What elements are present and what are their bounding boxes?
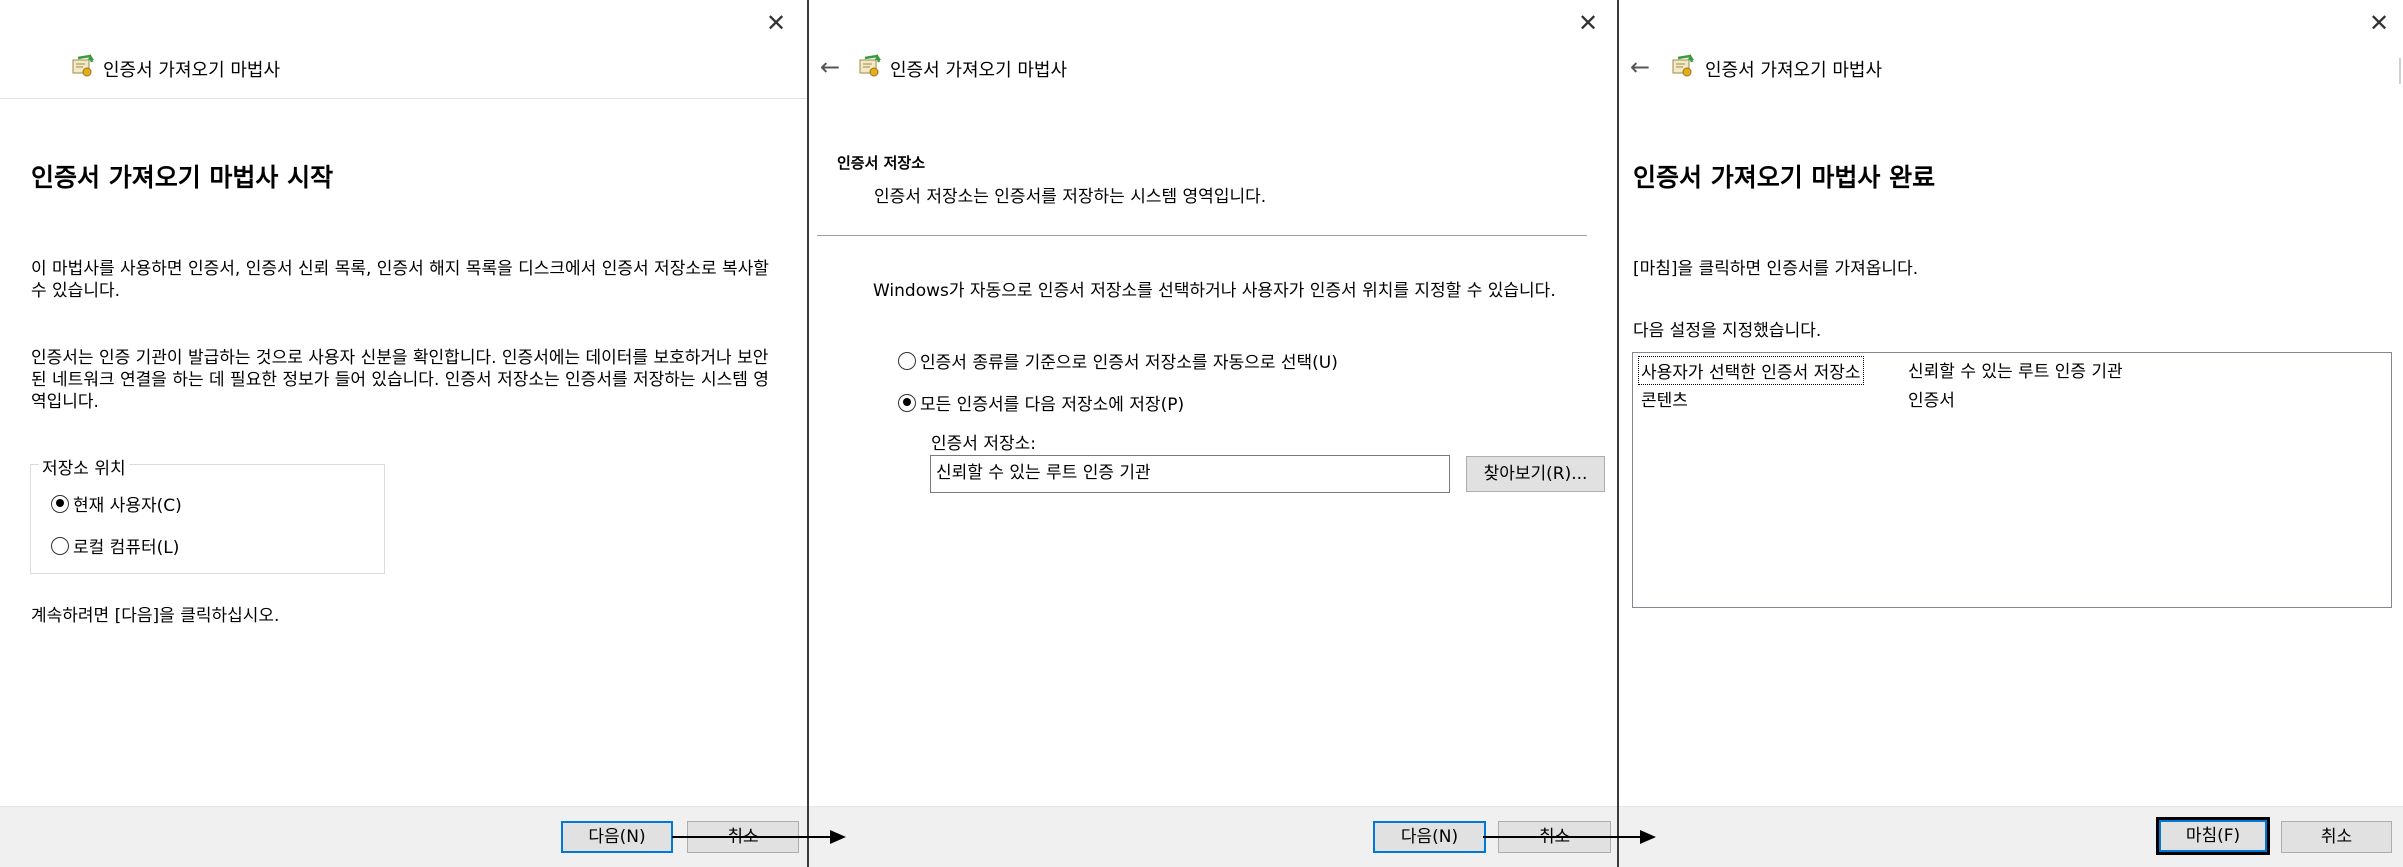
radio-unselected-icon bbox=[898, 351, 916, 370]
cert-description-paragraph: 인증서는 인증 기관이 발급하는 것으로 사용자 신분을 확인합니다. 인증서에… bbox=[31, 348, 769, 412]
store-field-label: 인증서 저장소: bbox=[931, 434, 1036, 454]
settings-key: 콘텐츠 bbox=[1641, 391, 1688, 411]
back-arrow-icon[interactable]: ← bbox=[1625, 52, 1655, 82]
next-button[interactable]: 다음(N) bbox=[1373, 821, 1486, 853]
cancel-button[interactable]: 취소 bbox=[2281, 821, 2392, 853]
group-label: 저장소 위치 bbox=[39, 454, 129, 479]
radio-label: 로컬 컴퓨터(L) bbox=[73, 538, 180, 558]
settings-key: 사용자가 선택한 인증서 저장소 bbox=[1638, 356, 1864, 385]
store-location-group: 저장소 위치 현재 사용자(C) 로컬 컴퓨터(L) bbox=[30, 454, 385, 574]
section-divider bbox=[817, 235, 1587, 236]
next-button[interactable]: 다음(N) bbox=[561, 821, 673, 853]
section-description: 인증서 저장소는 인증서를 저장하는 시스템 영역입니다. bbox=[874, 187, 1267, 207]
back-arrow-icon[interactable]: ← bbox=[815, 52, 845, 82]
radio-selected-icon bbox=[51, 494, 69, 513]
section-title: 인증서 저장소 bbox=[837, 154, 926, 172]
close-icon[interactable]: ✕ bbox=[1574, 10, 1602, 38]
radio-selected-icon bbox=[898, 393, 916, 412]
radio-local-machine[interactable]: 로컬 컴퓨터(L) bbox=[51, 533, 179, 558]
settings-value: 신뢰할 수 있는 루트 인증 기관 bbox=[1908, 362, 2123, 382]
settings-intro: 다음 설정을 지정했습니다. bbox=[1633, 321, 1822, 341]
radio-label: 모든 인증서를 다음 저장소에 저장(P) bbox=[920, 395, 1185, 415]
flow-arrow-line bbox=[672, 836, 842, 838]
page-heading: 인증서 가져오기 마법사 완료 bbox=[1633, 163, 1936, 192]
flow-arrow-head-icon bbox=[1640, 830, 1656, 844]
finish-button[interactable]: 마침(F) bbox=[2156, 817, 2270, 855]
radio-auto-select[interactable]: 인증서 종류를 기준으로 인증서 저장소를 자동으로 선택(U) bbox=[898, 348, 1338, 373]
close-icon[interactable]: ✕ bbox=[762, 10, 790, 38]
flow-arrow-head-icon bbox=[830, 830, 846, 844]
radio-label: 인증서 종류를 기준으로 인증서 저장소를 자동으로 선택(U) bbox=[920, 353, 1338, 373]
finish-instruction: [마침]을 클릭하면 인증서를 가져옵니다. bbox=[1633, 259, 1919, 279]
wizard-title: 인증서 가져오기 마법사 bbox=[103, 60, 281, 81]
settings-value: 인증서 bbox=[1908, 391, 1955, 411]
certificate-icon bbox=[1672, 54, 1694, 77]
settings-list[interactable]: 사용자가 선택한 인증서 저장소 신뢰할 수 있는 루트 인증 기관 콘텐츠 인… bbox=[1632, 352, 2392, 608]
radio-unselected-icon bbox=[51, 536, 69, 555]
flow-arrow-line bbox=[1483, 836, 1651, 838]
window-edge bbox=[2399, 58, 2401, 84]
certificate-icon bbox=[859, 54, 881, 77]
wizard-panel-store: ✕ ← 인증서 가져오기 마법사 인증서 저장소 인증서 저장소는 인증서를 저… bbox=[809, 0, 1617, 867]
store-choice-paragraph: Windows가 자동으로 인증서 저장소를 선택하거나 사용자가 인증서 위치… bbox=[873, 281, 1556, 301]
close-icon[interactable]: ✕ bbox=[2365, 10, 2393, 38]
header-divider bbox=[0, 98, 807, 99]
radio-place-all[interactable]: 모든 인증서를 다음 저장소에 저장(P) bbox=[898, 390, 1184, 415]
radio-label: 현재 사용자(C) bbox=[73, 496, 182, 516]
wizard-panel-complete: ✕ ← 인증서 가져오기 마법사 인증서 가져오기 마법사 완료 [마침]을 클… bbox=[1619, 0, 2403, 867]
continue-instruction: 계속하려면 [다음]을 클릭하십시오. bbox=[31, 606, 280, 626]
wizard-panel-start: ✕ 인증서 가져오기 마법사 인증서 가져오기 마법사 시작 이 마법사를 사용… bbox=[0, 0, 807, 867]
certificate-store-field[interactable]: 신뢰할 수 있는 루트 인증 기관 bbox=[930, 455, 1450, 493]
wizard-title: 인증서 가져오기 마법사 bbox=[890, 60, 1068, 81]
page-heading: 인증서 가져오기 마법사 시작 bbox=[31, 163, 334, 192]
browse-button[interactable]: 찾아보기(R)... bbox=[1466, 456, 1605, 492]
radio-current-user[interactable]: 현재 사용자(C) bbox=[51, 491, 182, 516]
certificate-icon bbox=[72, 54, 94, 77]
intro-paragraph: 이 마법사를 사용하면 인증서, 인증서 신뢰 목록, 인증서 해지 목록을 디… bbox=[31, 259, 769, 301]
wizard-title: 인증서 가져오기 마법사 bbox=[1705, 60, 1883, 81]
